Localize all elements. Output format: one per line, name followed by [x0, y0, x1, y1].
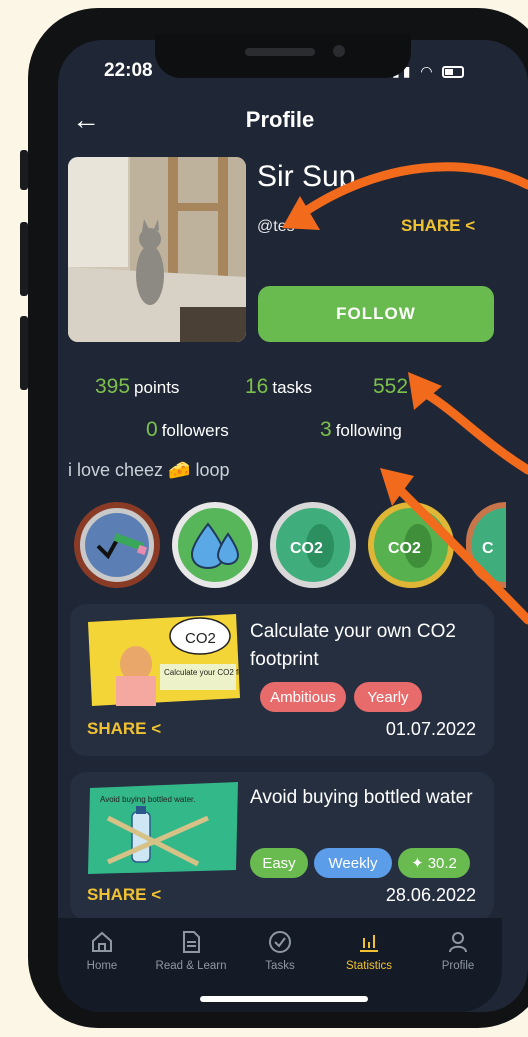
status-time: 22:08	[104, 60, 153, 81]
share-icon: <	[151, 719, 162, 738]
stat-following-value: 3	[320, 418, 332, 441]
nav-label: Home	[86, 960, 118, 972]
badge-co2-footprint[interactable]: CO2	[270, 502, 356, 588]
stat-following[interactable]: 3 following	[320, 418, 402, 442]
tag-ambitious: Ambitious	[260, 682, 346, 712]
share-label: SHARE	[87, 885, 147, 904]
follow-button[interactable]: FOLLOW	[258, 286, 494, 342]
avatar	[68, 157, 246, 342]
stat-followers[interactable]: 0 followers	[146, 418, 229, 442]
card-image-co2: CO2 Calculate your CO2 footprint.	[88, 614, 240, 706]
card-title: Avoid buying bottled water	[250, 787, 473, 808]
share-label: SHARE	[401, 216, 461, 235]
tag-weekly: Weekly	[314, 848, 392, 878]
home-indicator	[200, 996, 368, 1002]
tag-easy: Easy	[250, 848, 308, 878]
co2-footprint-partial-icon: C	[482, 540, 494, 557]
check-circle-icon	[269, 931, 291, 953]
tag-points: ✦ 30.2	[398, 848, 470, 878]
badge-co2-footprint-partial[interactable]: C	[466, 502, 506, 588]
stat-followers-value: 0	[146, 418, 158, 441]
badge-water-drops[interactable]	[172, 502, 258, 588]
card-share-button[interactable]: SHARE <	[87, 719, 161, 739]
nav-label: Tasks	[265, 960, 295, 972]
phone-volume-up	[20, 222, 28, 296]
nav-home[interactable]: Home	[57, 930, 147, 972]
card-image-caption: Avoid buying bottled water.	[100, 795, 195, 804]
phone-volume-down	[20, 316, 28, 390]
nav-profile[interactable]: Profile	[413, 930, 503, 972]
nav-label: Statistics	[345, 960, 392, 972]
leaf-icon: ✦	[411, 855, 424, 872]
profile-name: Sir Sup	[257, 160, 356, 193]
profile-handle: @tes	[257, 218, 295, 235]
card-share-button[interactable]: SHARE <	[87, 885, 161, 905]
wifi-icon: ◠	[420, 63, 436, 79]
stat-following-label: following	[335, 421, 402, 440]
badge-co2-footprint-gold[interactable]: CO2	[368, 502, 454, 588]
home-icon	[92, 931, 112, 952]
document-icon	[183, 931, 200, 953]
stat-tasks-value: 16	[245, 375, 269, 398]
share-label: SHARE	[87, 719, 147, 738]
stat-tasks[interactable]: 16 tasks	[245, 375, 312, 399]
badge-text: C	[482, 540, 494, 557]
task-card[interactable]: Avoid buying bottled water. Avoid buying…	[70, 772, 494, 920]
tag-yearly: Yearly	[354, 682, 422, 712]
bar-chart-icon	[360, 935, 378, 952]
stat-followers-label: followers	[161, 421, 229, 440]
nav-label: Profile	[441, 960, 475, 972]
badge-checkmark-pencil[interactable]	[74, 502, 160, 588]
stat-points-label: points	[134, 378, 180, 397]
stat-points: 395 points	[95, 375, 179, 399]
stat-points-value: 395	[95, 375, 131, 398]
profile-share-button[interactable]: SHARE <	[401, 216, 475, 236]
nav-read-learn[interactable]: Read & Learn	[146, 930, 236, 972]
profile-bio: i love cheez 🧀 loop	[68, 460, 230, 480]
nav-tasks[interactable]: Tasks	[235, 930, 325, 972]
water-drops-icon	[190, 522, 240, 570]
tag-points-label: 30.2	[427, 854, 457, 872]
card-title: Calculate your own CO2 footprint	[250, 621, 456, 670]
task-card[interactable]: CO2 Calculate your CO2 footprint. Calcul…	[70, 604, 494, 756]
share-icon: <	[151, 885, 162, 904]
badge-text: CO2	[290, 540, 323, 557]
badge-text: CO2	[388, 540, 421, 557]
stat-third: 552	[373, 375, 412, 399]
co2-footprint-gold-icon: CO2	[388, 524, 432, 568]
card-image-bottled-water: Avoid buying bottled water.	[88, 782, 238, 874]
stat-tasks-label: tasks	[272, 378, 313, 397]
phone-notch	[155, 34, 411, 78]
card-image-bubble-text: CO2	[185, 630, 216, 647]
card-date: 01.07.2022	[385, 719, 476, 739]
nav-statistics[interactable]: Statistics	[324, 930, 414, 972]
nav-label: Read & Learn	[155, 960, 227, 972]
page-title: Profile	[245, 107, 315, 132]
co2-footprint-icon: CO2	[290, 524, 334, 568]
phone-mute-switch	[20, 150, 28, 190]
checkmark-pencil-icon	[85, 513, 149, 577]
stat-third-value: 552	[373, 375, 409, 398]
share-icon: <	[465, 216, 476, 235]
person-icon	[449, 932, 467, 953]
card-image-caption: Calculate your CO2 footprint.	[164, 668, 240, 677]
card-date: 28.06.2022	[385, 885, 476, 905]
battery-icon	[442, 66, 465, 79]
